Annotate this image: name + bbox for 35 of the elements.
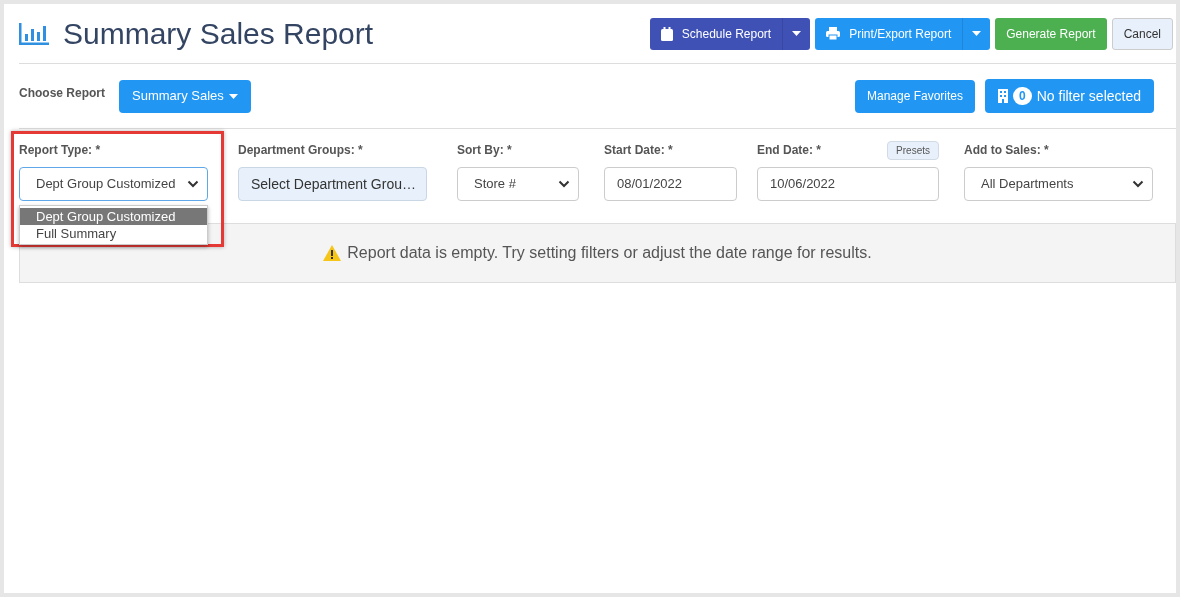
select-field[interactable]: Store # — [457, 167, 579, 201]
dropdown-option[interactable]: Full Summary — [20, 225, 207, 242]
filter-count-badge: 0 — [1013, 87, 1032, 105]
bar-chart-icon — [19, 22, 49, 45]
field-label: Add to Sales: * — [964, 142, 1049, 159]
date-field[interactable]: 08/01/2022 — [604, 167, 737, 201]
cancel-button[interactable]: Cancel — [1111, 17, 1173, 50]
caret-icon — [792, 31, 802, 36]
field-label: Department Groups: * — [238, 142, 363, 159]
empty-message: Report data is empty. Try setting filters or adjust the date range for results. — [347, 243, 872, 263]
choose-report-label: Choose Report — [19, 85, 105, 102]
select-groups-button[interactable]: Select Department Grou… — [238, 167, 427, 201]
page-title: Summary Sales Report — [63, 16, 374, 52]
chevron-down-icon — [187, 180, 199, 188]
field-label: Start Date: * — [604, 142, 673, 159]
filter-label: No filter selected — [1036, 86, 1141, 106]
field-label: End Date: * — [757, 142, 821, 159]
calendar-icon — [660, 26, 673, 41]
field-label: Sort By: * — [457, 142, 512, 159]
dropdown-option[interactable]: Dept Group Customized — [20, 208, 207, 225]
printer-icon — [826, 27, 841, 40]
caret-icon — [972, 31, 982, 36]
select-field[interactable]: Dept Group Customized — [19, 167, 208, 201]
chevron-down-icon — [558, 180, 570, 188]
building-icon — [998, 89, 1009, 103]
warning-icon — [323, 245, 342, 261]
button-label: Schedule Report — [681, 25, 772, 43]
presets-button[interactable]: Presets — [887, 140, 939, 160]
select-field[interactable]: All Departments — [964, 167, 1153, 201]
date-field[interactable]: 10/06/2022 — [757, 167, 939, 201]
field-label: Report Type: * — [19, 142, 101, 159]
chevron-down-icon — [1132, 180, 1144, 188]
caret-icon — [228, 93, 238, 99]
button-label: Print/Export Report — [849, 25, 952, 43]
split-button[interactable]: Schedule Report — [649, 17, 811, 50]
